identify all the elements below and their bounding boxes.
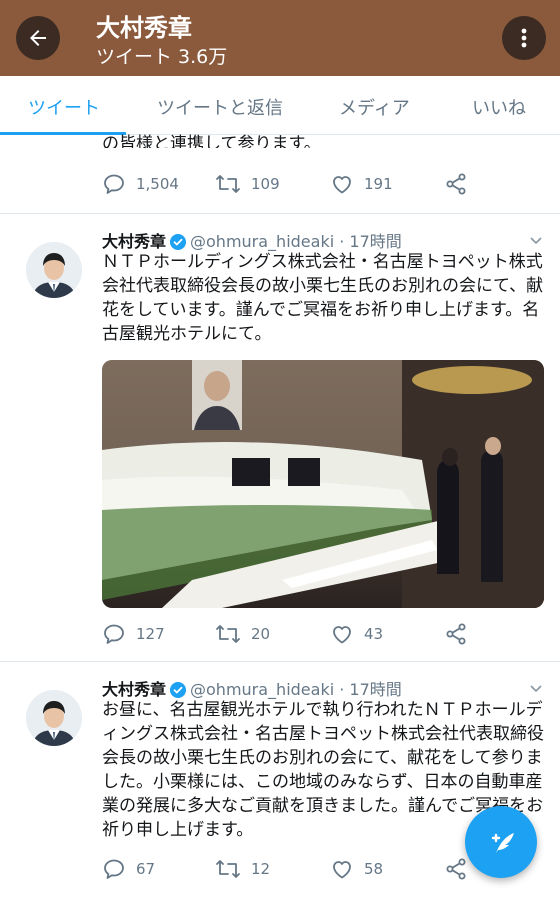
retweet-button[interactable]: 12 <box>215 857 270 881</box>
heart-icon <box>333 176 351 194</box>
like-button[interactable]: 43 <box>330 622 383 646</box>
back-button[interactable] <box>16 16 60 60</box>
retweet-icon <box>216 625 240 643</box>
more-vertical-icon <box>521 28 527 48</box>
chevron-down-icon <box>530 685 542 693</box>
tab-tweets-and-replies[interactable]: ツイートと返信 <box>157 94 283 120</box>
tweet-count: ツイート 3.6万 <box>96 46 228 68</box>
compose-feather-icon <box>491 833 514 853</box>
reply-icon <box>104 859 124 879</box>
share-button[interactable] <box>444 172 468 196</box>
tweet-item[interactable]: 大村秀章 @ohmura_hideaki · 17時間 ＮＴＰホールディングス株式… <box>0 214 560 660</box>
like-count: 191 <box>364 175 393 193</box>
avatar-photo <box>26 242 82 298</box>
like-count: 58 <box>364 860 384 878</box>
tweet-media-photo[interactable] <box>102 360 544 608</box>
author-handle[interactable]: @ohmura_hideaki <box>190 680 334 699</box>
profile-header: 大村秀章 ツイート 3.6万 <box>0 0 560 76</box>
retweet-count: 20 <box>251 625 271 643</box>
retweet-icon <box>216 175 240 193</box>
share-icon <box>446 173 466 195</box>
profile-name: 大村秀章 <box>96 14 192 42</box>
arrow-left-icon <box>30 30 46 46</box>
tweet-actions: 127 20 43 <box>0 622 560 652</box>
partial-tweet-text: の皆様と連携して参ります。 <box>102 134 321 148</box>
tweet-menu-button[interactable] <box>528 680 544 700</box>
author-name[interactable]: 大村秀章 <box>102 680 166 699</box>
tab-tweets[interactable]: ツイート <box>28 94 100 120</box>
share-icon <box>446 623 466 645</box>
profile-tabs: ツイート ツイートと返信 メディア いいね <box>0 76 560 135</box>
reply-count: 1,504 <box>136 175 179 193</box>
tab-likes[interactable]: いいね <box>472 94 526 120</box>
share-button[interactable] <box>444 857 468 881</box>
like-count: 43 <box>364 625 384 643</box>
share-icon <box>446 858 466 880</box>
tweet-time: · 17時間 <box>339 232 402 251</box>
retweet-button[interactable]: 109 <box>215 172 280 196</box>
chevron-down-icon <box>530 237 542 245</box>
tab-media[interactable]: メディア <box>339 94 410 120</box>
funeral-photo <box>102 360 544 608</box>
retweet-count: 109 <box>251 175 280 193</box>
tweet-text: ＮＴＰホールディングス株式会社・名古屋トヨペット株式会社代表取締役会長の故小栗七… <box>102 252 544 344</box>
retweet-button[interactable]: 20 <box>215 622 270 646</box>
author-name[interactable]: 大村秀章 <box>102 232 166 251</box>
reply-icon <box>104 174 124 194</box>
tweet-time: · 17時間 <box>339 680 402 699</box>
heart-icon <box>333 861 351 879</box>
reply-icon <box>104 624 124 644</box>
heart-icon <box>333 626 351 644</box>
reply-button[interactable]: 1,504 <box>102 172 179 196</box>
retweet-icon <box>216 860 240 878</box>
like-button[interactable]: 191 <box>330 172 393 196</box>
more-options-button[interactable] <box>502 16 546 60</box>
like-button[interactable]: 58 <box>330 857 383 881</box>
avatar-photo <box>26 690 82 746</box>
partial-tweet-actions: 1,504 109 191 <box>0 172 560 202</box>
reply-button[interactable]: 127 <box>102 622 165 646</box>
reply-count: 67 <box>136 860 156 878</box>
compose-tweet-button[interactable] <box>465 806 537 878</box>
avatar[interactable] <box>26 242 82 298</box>
share-button[interactable] <box>444 622 468 646</box>
retweet-count: 12 <box>251 860 271 878</box>
author-handle[interactable]: @ohmura_hideaki <box>190 232 334 251</box>
tweet-menu-button[interactable] <box>528 232 544 252</box>
avatar[interactable] <box>26 690 82 746</box>
reply-button[interactable]: 67 <box>102 857 155 881</box>
reply-count: 127 <box>136 625 165 643</box>
